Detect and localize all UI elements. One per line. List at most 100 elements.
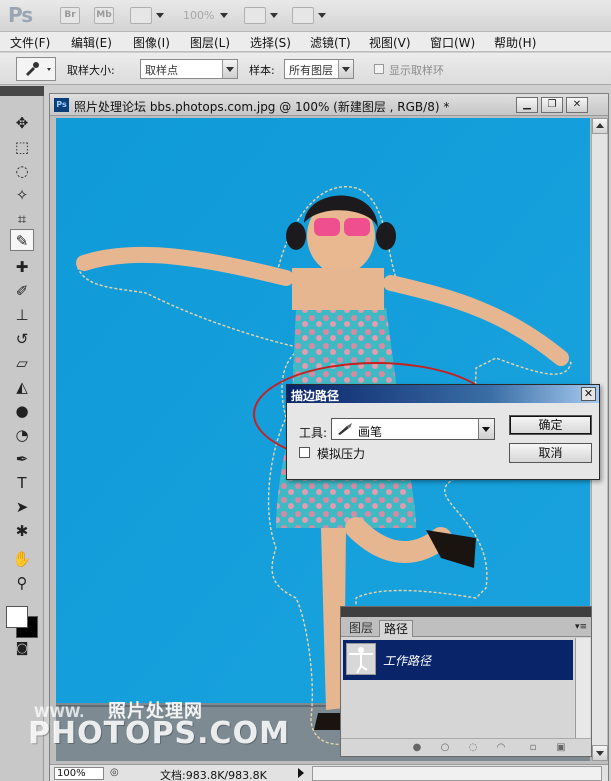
panel-footer: ● ○ ◌ ◠ ▫ ▣	[341, 738, 591, 756]
new-path-icon[interactable]: ▫	[527, 742, 539, 754]
quick-selection-tool-icon[interactable]: ✧	[10, 184, 34, 206]
status-zoom-field[interactable]: 100%	[54, 767, 104, 780]
menu-file[interactable]: 文件(F)	[10, 34, 50, 51]
blur-tool-icon[interactable]: ●	[10, 400, 34, 422]
paint-bucket-tool-icon[interactable]: ◭	[10, 376, 34, 398]
menu-view[interactable]: 视图(V)	[369, 34, 411, 51]
chevron-down-icon[interactable]	[270, 13, 278, 18]
type-tool-icon[interactable]: T	[10, 472, 34, 494]
eyedropper-tool-icon[interactable]: ✎	[10, 229, 34, 251]
stroke-path-dialog: 描边路径 ✕ 工具: 画笔 模拟压力 确定 取消	[286, 384, 600, 480]
options-bar: 取样大小: 取样点 样本: 所有图层 显示取样环	[0, 53, 611, 85]
sample-size-select[interactable]: 取样点	[140, 59, 238, 79]
menu-edit[interactable]: 编辑(E)	[71, 34, 112, 51]
dialog-title: 描边路径	[291, 389, 340, 403]
sample-select[interactable]: 所有图层	[284, 59, 354, 79]
foreground-color-swatch[interactable]	[6, 606, 28, 628]
sample-value: 所有图层	[289, 64, 333, 77]
delete-path-icon[interactable]: ▣	[555, 742, 567, 754]
photoshop-logo: Ps	[8, 3, 33, 27]
tool-preset-picker[interactable]	[16, 57, 56, 81]
dialog-titlebar[interactable]: 描边路径 ✕	[287, 385, 599, 403]
toolbox: ✥ ⬚ ◌ ✧ ⌗ ✎ ✚ ✐ ⊥ ↺ ▱ ◭ ● ◔ ✒ T ➤ ✱ ✋ ⚲ …	[0, 86, 44, 781]
tab-layers[interactable]: 图层	[345, 620, 377, 637]
work-path-row[interactable]: 工作路径	[343, 640, 573, 680]
zoom-tool-icon[interactable]: ⚲	[10, 572, 34, 594]
hand-tool-icon[interactable]: ✋	[10, 548, 34, 570]
menu-window[interactable]: 窗口(W)	[430, 34, 475, 51]
marquee-tool-icon[interactable]: ⬚	[10, 136, 34, 158]
fill-path-icon[interactable]: ●	[411, 742, 423, 754]
brush-tool-icon[interactable]: ✐	[10, 280, 34, 302]
history-brush-tool-icon[interactable]: ↺	[10, 328, 34, 350]
chevron-down-icon	[478, 419, 494, 439]
menu-layer[interactable]: 图层(L)	[190, 34, 230, 51]
ok-button[interactable]: 确定	[509, 415, 592, 435]
chevron-down-icon[interactable]	[220, 13, 228, 18]
panel-menu-icon[interactable]: ▾≡	[574, 621, 588, 633]
sample-label: 样本:	[249, 64, 275, 77]
menu-bar: 文件(F) 编辑(E) 图像(I) 图层(L) 选择(S) 滤镜(T) 视图(V…	[0, 32, 611, 52]
menu-select[interactable]: 选择(S)	[250, 34, 291, 51]
work-path-label: 工作路径	[383, 654, 432, 668]
pen-tool-icon[interactable]: ✒	[10, 448, 34, 470]
sample-size-label: 取样大小:	[67, 64, 115, 77]
move-tool-icon[interactable]: ✥	[10, 112, 34, 134]
show-sampling-ring-label: 显示取样环	[389, 64, 444, 77]
mini-bridge-button[interactable]: Mb	[94, 7, 114, 24]
path-selection-tool-icon[interactable]: ➤	[10, 496, 34, 518]
stroke-path-icon[interactable]: ○	[439, 742, 451, 754]
menu-filter[interactable]: 滤镜(T)	[310, 34, 351, 51]
bridge-button[interactable]: Br	[60, 7, 80, 24]
cancel-button[interactable]: 取消	[509, 443, 592, 463]
dodge-tool-icon[interactable]: ◔	[10, 424, 34, 446]
application-bar: Ps Br Mb 100%	[0, 0, 611, 32]
restore-icon[interactable]: ❐	[541, 97, 563, 113]
tool-value: 画笔	[358, 425, 383, 439]
ps-document-icon: Ps	[54, 98, 69, 112]
toolbox-header[interactable]	[0, 86, 44, 96]
shape-tool-icon[interactable]: ✱	[10, 520, 34, 542]
close-icon[interactable]: ✕	[566, 97, 588, 113]
status-icon[interactable]: ◎	[110, 767, 119, 778]
menu-image[interactable]: 图像(I)	[133, 34, 170, 51]
arrange-documents-icon[interactable]	[244, 7, 266, 24]
tool-select[interactable]: 画笔	[331, 418, 495, 440]
show-sampling-ring-checkbox[interactable]	[374, 64, 384, 74]
screen-mode-icon[interactable]	[292, 7, 314, 24]
scroll-down-icon[interactable]	[592, 745, 608, 761]
tab-paths[interactable]: 路径	[379, 620, 414, 637]
load-selection-icon[interactable]: ◌	[467, 742, 479, 754]
status-bar: 100% ◎ 文档:983.8K/983.8K	[50, 764, 608, 781]
document-title: 照片处理论坛 bbs.photops.com.jpg @ 100% (新建图层 …	[74, 100, 450, 114]
crop-tool-icon[interactable]: ⌗	[10, 208, 34, 230]
figure-silhouette-icon	[349, 647, 373, 674]
chevron-down-icon[interactable]	[318, 13, 326, 18]
panel-scrollbar[interactable]	[575, 638, 590, 738]
document-size: 文档:983.8K/983.8K	[160, 769, 267, 781]
horizontal-scrollbar[interactable]	[312, 766, 602, 781]
menu-help[interactable]: 帮助(H)	[494, 34, 536, 51]
lasso-tool-icon[interactable]: ◌	[10, 160, 34, 182]
brush-icon	[338, 423, 352, 435]
eraser-tool-icon[interactable]: ▱	[10, 352, 34, 374]
document-titlebar[interactable]: Ps 照片处理论坛 bbs.photops.com.jpg @ 100% (新建…	[50, 94, 608, 116]
chevron-down-icon[interactable]	[156, 13, 164, 18]
make-work-path-icon[interactable]: ◠	[495, 742, 507, 754]
scroll-up-icon[interactable]	[592, 118, 608, 134]
quick-mask-icon[interactable]: ◙	[10, 638, 34, 660]
tool-label: 工具:	[299, 426, 328, 440]
view-extras-icon[interactable]	[130, 7, 152, 24]
zoom-level[interactable]: 100%	[183, 9, 214, 22]
eyedropper-icon	[26, 62, 51, 76]
simulate-pressure-label: 模拟压力	[317, 447, 366, 461]
close-icon[interactable]: ✕	[581, 387, 596, 401]
panel-header[interactable]	[341, 607, 591, 617]
minimize-icon[interactable]: ▁	[516, 97, 538, 113]
simulate-pressure-checkbox[interactable]	[299, 447, 310, 458]
clone-stamp-tool-icon[interactable]: ⊥	[10, 304, 34, 326]
status-menu-arrow-icon[interactable]	[298, 768, 304, 778]
healing-brush-tool-icon[interactable]: ✚	[10, 256, 34, 278]
chevron-down-icon	[338, 60, 353, 78]
panel-tabs: 图层 路径 ▾≡	[341, 617, 591, 637]
